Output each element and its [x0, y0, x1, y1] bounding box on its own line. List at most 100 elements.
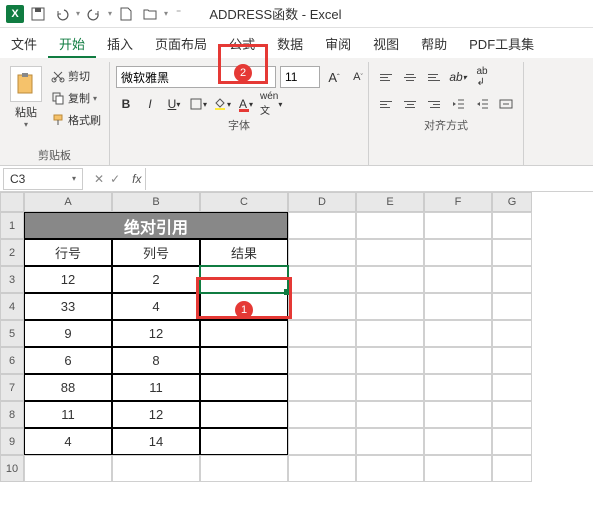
- cell[interactable]: [288, 266, 356, 293]
- cell[interactable]: [356, 347, 424, 374]
- copy-button[interactable]: 复制▾: [49, 88, 103, 108]
- row-header[interactable]: 8: [0, 401, 24, 428]
- wrap-text-icon[interactable]: ab↲: [471, 66, 493, 88]
- data-cell[interactable]: 9: [24, 320, 112, 347]
- data-cell[interactable]: 14: [112, 428, 200, 455]
- cell[interactable]: [288, 347, 356, 374]
- tab-review[interactable]: 审阅: [314, 28, 362, 58]
- font-size-select[interactable]: [280, 66, 320, 88]
- tab-view[interactable]: 视图: [362, 28, 410, 58]
- cell[interactable]: [288, 455, 356, 482]
- cell[interactable]: [424, 239, 492, 266]
- qat-dropdown-icon[interactable]: ▾: [164, 9, 168, 18]
- font-name-select[interactable]: [116, 66, 276, 88]
- tab-insert[interactable]: 插入: [96, 28, 144, 58]
- save-button[interactable]: [28, 4, 48, 24]
- cell[interactable]: [288, 401, 356, 428]
- italic-button[interactable]: I: [140, 93, 160, 115]
- cell[interactable]: [288, 374, 356, 401]
- row-header[interactable]: 7: [0, 374, 24, 401]
- cell[interactable]: [356, 455, 424, 482]
- data-cell[interactable]: 11: [24, 401, 112, 428]
- cell[interactable]: [200, 455, 288, 482]
- cell[interactable]: [424, 455, 492, 482]
- phonetic-button[interactable]: wén文▾: [260, 93, 282, 115]
- formula-bar[interactable]: [145, 168, 593, 190]
- cell[interactable]: [356, 428, 424, 455]
- cell[interactable]: [424, 320, 492, 347]
- decrease-indent-icon[interactable]: [447, 93, 469, 115]
- cell[interactable]: [492, 347, 532, 374]
- cell[interactable]: [112, 455, 200, 482]
- column-header[interactable]: B: [112, 192, 200, 212]
- cell[interactable]: [356, 266, 424, 293]
- align-center-icon[interactable]: [399, 93, 421, 115]
- align-right-icon[interactable]: [423, 93, 445, 115]
- row-header[interactable]: 9: [0, 428, 24, 455]
- qat-overflow[interactable]: ⁼: [172, 8, 185, 19]
- row-header[interactable]: 6: [0, 347, 24, 374]
- cell[interactable]: [492, 293, 532, 320]
- data-cell[interactable]: 8: [112, 347, 200, 374]
- qat-dropdown-icon[interactable]: ▾: [76, 9, 80, 18]
- row-header[interactable]: 2: [0, 239, 24, 266]
- cell[interactable]: [288, 239, 356, 266]
- chevron-down-icon[interactable]: ▾: [72, 174, 76, 183]
- cell[interactable]: [424, 347, 492, 374]
- cell[interactable]: [492, 239, 532, 266]
- cell[interactable]: [424, 428, 492, 455]
- result-cell[interactable]: [200, 374, 288, 401]
- cell[interactable]: [492, 428, 532, 455]
- font-color-button[interactable]: A▾: [236, 93, 256, 115]
- cell[interactable]: [424, 293, 492, 320]
- cell[interactable]: [356, 293, 424, 320]
- align-middle-icon[interactable]: [399, 66, 421, 88]
- tab-home[interactable]: 开始: [48, 28, 96, 58]
- cell[interactable]: [356, 374, 424, 401]
- result-cell[interactable]: [200, 428, 288, 455]
- tab-help[interactable]: 帮助: [410, 28, 458, 58]
- merge-cells-icon[interactable]: [495, 93, 517, 115]
- qat-dropdown-icon[interactable]: ▾: [108, 9, 112, 18]
- cell[interactable]: [288, 428, 356, 455]
- cell[interactable]: [24, 455, 112, 482]
- tab-layout[interactable]: 页面布局: [144, 28, 218, 58]
- tab-pdf[interactable]: PDF工具集: [458, 28, 545, 58]
- result-cell[interactable]: [200, 320, 288, 347]
- cut-button[interactable]: 剪切: [49, 66, 103, 86]
- align-bottom-icon[interactable]: [423, 66, 445, 88]
- align-left-icon[interactable]: [375, 93, 397, 115]
- chevron-down-icon[interactable]: ▾: [24, 120, 28, 129]
- row-header[interactable]: 10: [0, 455, 24, 482]
- undo-button[interactable]: [52, 4, 72, 24]
- increase-indent-icon[interactable]: [471, 93, 493, 115]
- column-header[interactable]: E: [356, 192, 424, 212]
- row-header[interactable]: 5: [0, 320, 24, 347]
- row-header[interactable]: 1: [0, 212, 24, 239]
- cell[interactable]: [492, 401, 532, 428]
- column-header[interactable]: C: [200, 192, 288, 212]
- column-header[interactable]: F: [424, 192, 492, 212]
- header-cell-row[interactable]: 行号: [24, 239, 112, 266]
- enter-formula-icon[interactable]: ✓: [110, 172, 120, 186]
- header-cell-col[interactable]: 列号: [112, 239, 200, 266]
- cell[interactable]: [492, 374, 532, 401]
- data-cell[interactable]: 2: [112, 266, 200, 293]
- orientation-icon[interactable]: ab▾: [447, 66, 469, 88]
- bold-button[interactable]: B: [116, 93, 136, 115]
- result-cell[interactable]: [200, 347, 288, 374]
- data-cell[interactable]: 4: [24, 428, 112, 455]
- fill-color-button[interactable]: ▾: [212, 93, 232, 115]
- cell[interactable]: [288, 320, 356, 347]
- data-cell[interactable]: 6: [24, 347, 112, 374]
- column-header[interactable]: D: [288, 192, 356, 212]
- align-top-icon[interactable]: [375, 66, 397, 88]
- data-cell[interactable]: 12: [112, 401, 200, 428]
- cancel-formula-icon[interactable]: ✕: [94, 172, 104, 186]
- cell[interactable]: [288, 212, 356, 239]
- redo-button[interactable]: [84, 4, 104, 24]
- cell[interactable]: [356, 239, 424, 266]
- tab-formulas[interactable]: 公式: [218, 28, 266, 58]
- new-file-icon[interactable]: [116, 4, 136, 24]
- row-header[interactable]: 4: [0, 293, 24, 320]
